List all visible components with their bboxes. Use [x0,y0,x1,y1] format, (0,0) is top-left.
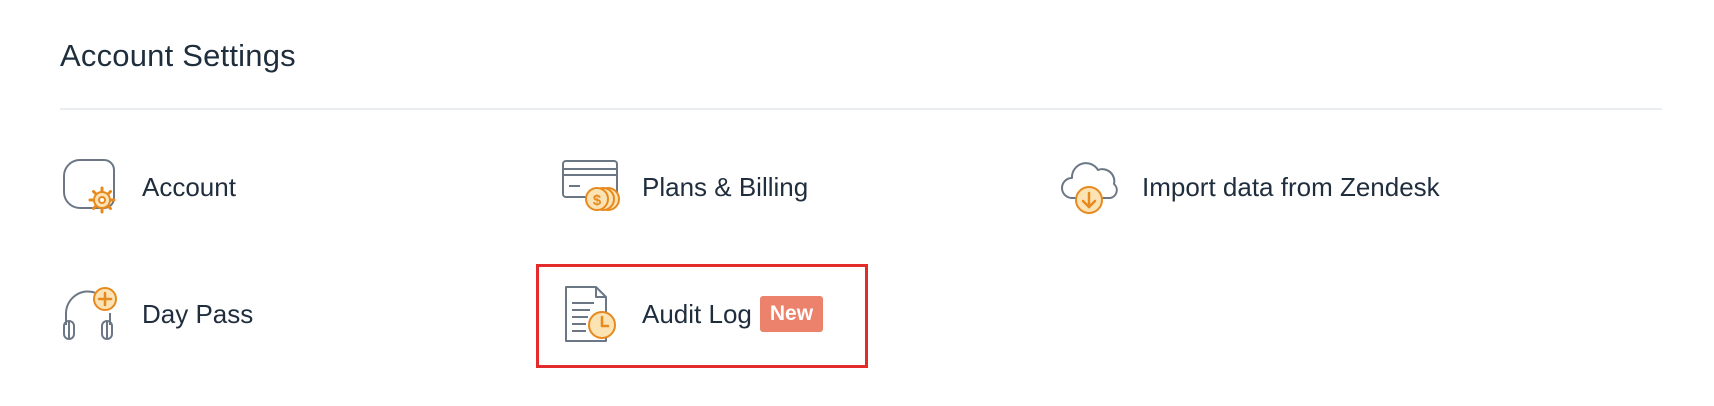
svg-text:$: $ [593,192,602,209]
page-title: Account Settings [60,38,296,73]
billing-card-coins-icon: $ [560,156,622,218]
account-settings-page: Account Settings Account $ Plans & Billi… [0,0,1714,406]
settings-item-label: Import data from Zendesk [1142,171,1440,202]
settings-item-account[interactable]: Account [60,156,236,218]
settings-item-plans-billing[interactable]: $ Plans & Billing [560,156,808,218]
highlight-annotation [536,264,868,368]
settings-item-label: Day Pass [142,298,254,329]
settings-item-day-pass[interactable]: Day Pass [60,283,253,345]
headset-plus-icon [60,283,122,345]
settings-item-label: Account [142,171,236,202]
settings-item-import-zendesk[interactable]: Import data from Zendesk [1060,156,1440,218]
title-divider [60,108,1662,110]
settings-item-label: Plans & Billing [642,171,809,202]
cloud-download-icon [1060,156,1122,218]
account-gear-icon [60,156,122,218]
